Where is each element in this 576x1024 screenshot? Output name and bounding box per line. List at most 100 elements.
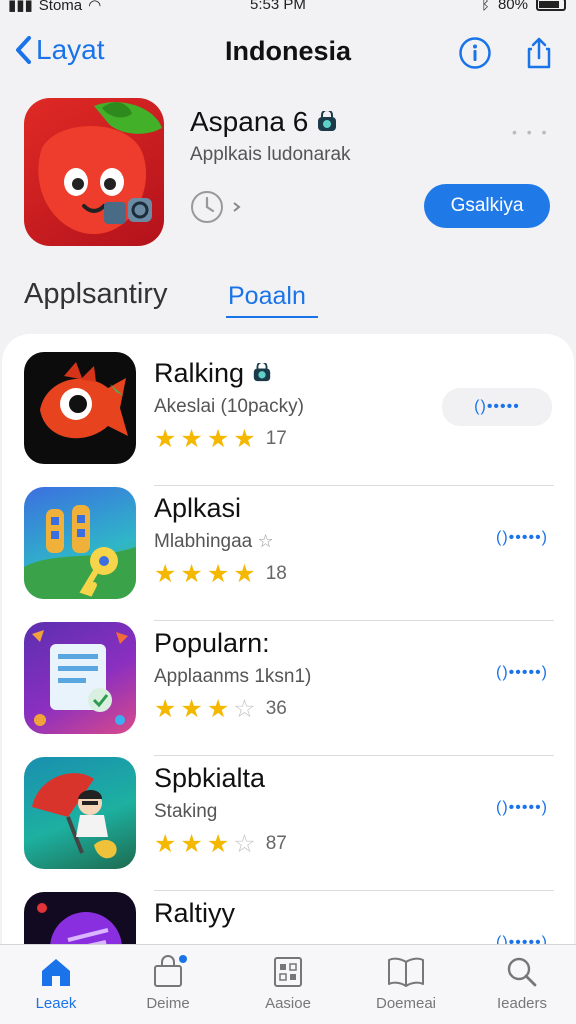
tab-bar-label: Ieaders [496, 995, 548, 1012]
star-icon: ★ [206, 425, 230, 453]
carrier-label: Stoma [38, 0, 83, 14]
share-icon [527, 37, 551, 69]
app-name: Aplkasi [154, 493, 242, 523]
star-icon: ★ [180, 830, 203, 858]
star-outline-icon: ☆ [233, 695, 256, 723]
info-button[interactable] [458, 36, 492, 70]
tab-bar-label: Leaek [35, 995, 77, 1012]
app-action-button[interactable]: ()•••••) [496, 664, 548, 682]
tab-bar-item-search[interactable]: Ieaders [472, 955, 572, 1012]
status-right: ᛒ 80% [481, 0, 566, 13]
battery-label: 80% [497, 0, 528, 13]
app-list-item[interactable]: Aplkasi Mlabhingaa ☆ ★ ★ ★ ★ 18 ()•••••) [24, 487, 554, 621]
badge-icon [318, 109, 337, 131]
star-icon: ★ [154, 560, 177, 588]
status-left: ▮▮▮ Stoma ◠ [8, 0, 101, 14]
app-list-item[interactable]: Ralking Akeslai (10packy) ★ ★ ★ ★ 17 ()•… [24, 352, 554, 486]
app-icon-ralking [24, 352, 136, 464]
app-list-item[interactable]: Spbkialta Staking ★ ★ ★ ☆ 87 ()•••••) [24, 757, 554, 891]
battery-icon [536, 0, 566, 11]
star-icon: ★ [233, 560, 256, 588]
app-list-card: Ralking Akeslai (10packy) ★ ★ ★ ★ 17 ()•… [2, 334, 574, 1024]
app-list-item[interactable]: Popularn: Applaanms 1ksn1) ★ ★ ★ ☆ 36 ()… [24, 622, 554, 756]
featured-app: Aspana 6 Applkais ludonarak • • • Gsalki… [24, 98, 554, 248]
app-category: Akeslai (10packy) [154, 396, 304, 417]
app-category: Mlabhingaa ☆ [154, 531, 274, 553]
rating-count: 36 [265, 698, 287, 719]
app-rating: ★ ★ ★ ★ 17 [154, 426, 287, 452]
row-divider [154, 620, 554, 621]
share-button[interactable] [522, 36, 556, 70]
star-icon: ★ [233, 425, 256, 453]
app-icon-popularn [24, 622, 136, 734]
tab-bar-item-bag[interactable]: Deime [118, 955, 218, 1012]
clock-icon [191, 191, 223, 223]
grid-icon [274, 957, 302, 987]
app-action-button[interactable]: ()•••••) [496, 529, 548, 547]
star-outline-icon: ☆ [233, 830, 256, 858]
star-icon: ★ [206, 560, 230, 588]
app-icon-aplkasi [24, 487, 136, 599]
tab-bar: Leaek Deime Aasioe Doemeai Ieaders [0, 944, 576, 1024]
rating-count: 17 [265, 428, 287, 449]
status-bar: ▮▮▮ Stoma ◠ 5:53 PM ᛒ 80% [0, 0, 576, 16]
star-icon: ★ [180, 560, 203, 588]
star-icon: ★ [180, 695, 203, 723]
app-action-button[interactable]: ()••••• [442, 388, 552, 426]
star-outline-icon: ☆ [257, 531, 274, 551]
umbrella-kid-icon [32, 773, 117, 859]
tab-bar-item-grid[interactable]: Aasioe [238, 955, 338, 1012]
badge-icon [253, 361, 270, 382]
app-category: Staking [154, 801, 218, 822]
document-icon [32, 630, 128, 726]
app-name: Popularn: [154, 628, 270, 658]
app-rating: ★ ★ ★ ☆ 87 [154, 831, 287, 857]
row-divider [154, 485, 554, 486]
status-time: 5:53 PM [250, 0, 306, 13]
signal-icon: ▮▮▮ [8, 0, 33, 14]
app-category-text: Mlabhingaa [154, 531, 253, 552]
get-button[interactable]: Gsalkiya [424, 184, 550, 228]
app-action-button[interactable]: ()•••••) [496, 799, 548, 817]
chevron-right-icon [233, 202, 241, 212]
tab-bar-item-home[interactable]: Leaek [6, 955, 106, 1012]
star-icon: ★ [180, 425, 203, 453]
featured-app-subtitle: Applkais ludonarak [190, 144, 351, 165]
featured-app-title-text: Aspana 6 [190, 106, 309, 137]
app-icon-spbkialta [24, 757, 136, 869]
book-icon [388, 957, 424, 987]
info-icon [459, 37, 491, 69]
tab-bar-label: Deime [146, 995, 190, 1012]
featured-app-meta [190, 190, 242, 224]
app-name: Spbkialta [154, 763, 266, 793]
app-name: Ralking [154, 358, 272, 389]
star-icon: ★ [206, 830, 230, 858]
bluetooth-icon: ᛒ [480, 0, 490, 13]
star-icon: ★ [206, 695, 230, 723]
strawberry-mascot-icon [38, 102, 162, 234]
star-icon: ★ [154, 830, 177, 858]
keys-icon [24, 505, 136, 599]
row-divider [154, 755, 554, 756]
notification-dot [179, 955, 187, 963]
more-dots[interactable]: • • • [512, 124, 549, 140]
app-rating: ★ ★ ★ ★ 18 [154, 561, 287, 587]
tab-bar-item-book[interactable]: Doemeai [356, 955, 456, 1012]
tab-applsantiry[interactable]: Applsantiry [24, 278, 167, 311]
active-tab-indicator [226, 316, 318, 318]
red-fish-icon [40, 362, 128, 439]
rating-count: 87 [265, 833, 287, 854]
star-icon: ★ [154, 695, 177, 723]
search-icon [507, 957, 537, 987]
tab-bar-label: Aasioe [265, 995, 311, 1012]
app-rating: ★ ★ ★ ☆ 36 [154, 696, 287, 722]
app-name: Raltiyy [154, 898, 236, 928]
featured-app-icon[interactable] [24, 98, 164, 246]
rating-count: 18 [265, 563, 287, 584]
wifi-icon: ◠ [88, 0, 102, 14]
tab-poaaln[interactable]: Poaaln [228, 282, 306, 311]
section-tabs: Applsantiry Poaaln [24, 276, 544, 320]
featured-app-title: Aspana 6 [190, 106, 338, 138]
home-icon [42, 959, 70, 986]
star-icon: ★ [154, 425, 177, 453]
